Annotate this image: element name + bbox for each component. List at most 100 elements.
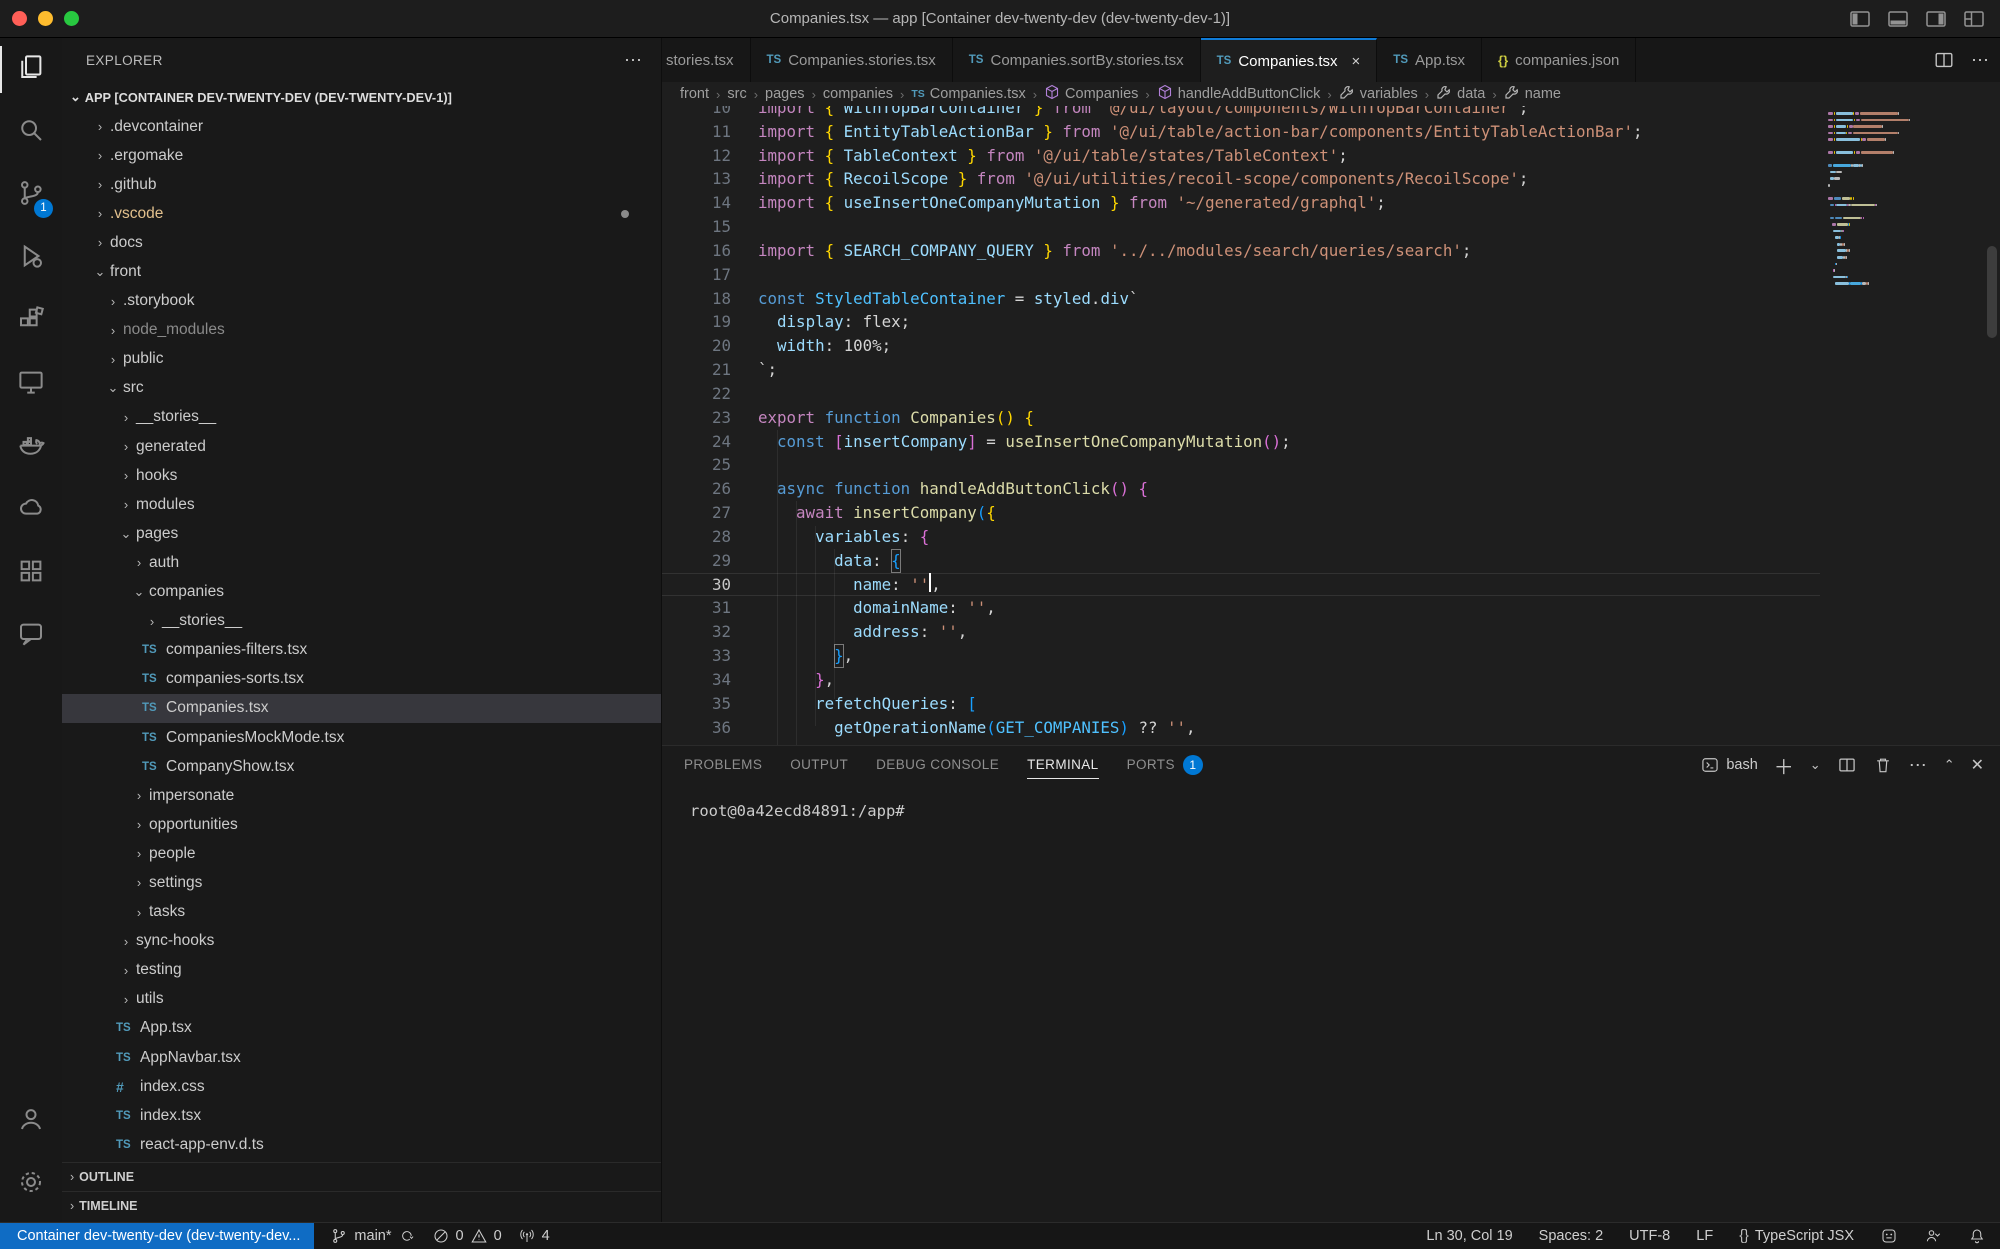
tree-folder-hooks[interactable]: ›hooks [62, 461, 661, 490]
tree-folder-auth[interactable]: ›auth [62, 548, 661, 577]
breadcrumb-item-src[interactable]: src [727, 86, 746, 102]
code-line-10[interactable]: 10import { WithTopBarContainer } from '@… [662, 106, 2000, 120]
tree-folder-utils[interactable]: ›utils [62, 985, 661, 1014]
tree-file-react-app-env.d.ts[interactable]: TSreact-app-env.d.ts [62, 1130, 661, 1159]
tree-folder-.ergomake[interactable]: ›.ergomake [62, 141, 661, 170]
tree-folder-front[interactable]: ⌄front [62, 257, 661, 286]
toggle-sidebar-icon[interactable] [1848, 7, 1872, 31]
explorer-more-actions-icon[interactable]: ⋯ [624, 50, 643, 71]
activity-bar-item-docker[interactable] [0, 416, 62, 479]
code-line-24[interactable]: 24 const [insertCompany] = useInsertOneC… [662, 430, 2000, 454]
activity-bar-item-search[interactable] [0, 101, 62, 164]
tree-file-CompanyShow.tsx[interactable]: TSCompanyShow.tsx [62, 752, 661, 781]
code-line-31[interactable]: 31 domainName: '', [662, 596, 2000, 620]
tree-folder-impersonate[interactable]: ›impersonate [62, 781, 661, 810]
code-line-16[interactable]: 16import { SEARCH_COMPANY_QUERY } from '… [662, 239, 2000, 263]
activity-bar-item-grid[interactable] [0, 542, 62, 605]
tree-folder-__stories__[interactable]: ›__stories__ [62, 403, 661, 432]
code-line-34[interactable]: 34 }, [662, 668, 2000, 692]
tree-folder-settings[interactable]: ›settings [62, 868, 661, 897]
tree-folder-companies[interactable]: ⌄companies [62, 578, 661, 607]
tree-folder-modules[interactable]: ›modules [62, 490, 661, 519]
customize-layout-icon[interactable] [1962, 7, 1986, 31]
panel-tab-terminal[interactable]: TERMINAL [1027, 746, 1098, 784]
code-line-23[interactable]: 23export function Companies() { [662, 406, 2000, 430]
breadcrumb-item-name[interactable]: name [1504, 84, 1561, 104]
tree-file-companies-filters.tsx[interactable]: TScompanies-filters.tsx [62, 636, 661, 665]
breadcrumb-item-handleAddButtonClick[interactable]: handleAddButtonClick [1157, 84, 1321, 104]
tree-file-companies-sorts.tsx[interactable]: TScompanies-sorts.tsx [62, 665, 661, 694]
tree-folder-testing[interactable]: ›testing [62, 956, 661, 985]
code-line-18[interactable]: 18const StyledTableContainer = styled.di… [662, 287, 2000, 311]
editor-scrollbar[interactable] [1987, 246, 1997, 338]
activity-bar-item-remote-explorer[interactable] [0, 353, 62, 416]
toggle-secondary-sidebar-icon[interactable] [1924, 7, 1948, 31]
panel-tab-problems[interactable]: PROBLEMS [684, 746, 762, 784]
editor-tab-Companies.stories.tsx[interactable]: TSCompanies.stories.tsx [751, 38, 953, 82]
remote-indicator[interactable]: Container dev-twenty-dev (dev-twenty-dev… [0, 1223, 314, 1249]
toggle-panel-icon[interactable] [1886, 7, 1910, 31]
code-line-13[interactable]: 13import { RecoilScope } from '@/ui/util… [662, 167, 2000, 191]
close-tab-icon[interactable]: × [1352, 53, 1361, 70]
code-line-33[interactable]: 33 }, [662, 644, 2000, 668]
editor-tab-Companies.tsx[interactable]: TSCompanies.tsx× [1201, 38, 1378, 82]
copilot-item[interactable] [1880, 1227, 1898, 1245]
tree-folder-__stories__[interactable]: ›__stories__ [62, 607, 661, 636]
problems-item[interactable]: 0 0 [432, 1227, 502, 1245]
editor-tab-App.tsx[interactable]: TSApp.tsx [1377, 38, 1482, 82]
panel-tab-output[interactable]: OUTPUT [790, 746, 848, 784]
code-line-30[interactable]: 30 name: '', [662, 573, 2000, 597]
activity-bar-item-explorer[interactable] [0, 38, 62, 101]
activity-bar-item-extensions[interactable] [0, 290, 62, 353]
tree-file-Companies.tsx[interactable]: TSCompanies.tsx [62, 694, 661, 723]
tree-folder-src[interactable]: ⌄src [62, 374, 661, 403]
breadcrumb-item-companies[interactable]: companies [823, 86, 893, 102]
tree-folder-.github[interactable]: ›.github [62, 170, 661, 199]
tree-file-index.css[interactable]: #index.css [62, 1072, 661, 1101]
code-line-14[interactable]: 14import { useInsertOneCompanyMutation }… [662, 191, 2000, 215]
activity-bar-item-run-debug[interactable] [0, 227, 62, 290]
forwarded-ports-item[interactable]: 4 [518, 1227, 550, 1245]
code-line-22[interactable]: 22 [662, 382, 2000, 406]
code-line-19[interactable]: 19 display: flex; [662, 310, 2000, 334]
editor-tab-stories.tsx[interactable]: stories.tsx [662, 38, 751, 82]
encoding-item[interactable]: UTF-8 [1629, 1228, 1670, 1244]
eol-item[interactable]: LF [1696, 1228, 1713, 1244]
terminal-prompt[interactable]: root@0a42ecd84891:/app# [690, 802, 905, 820]
tree-file-App.tsx[interactable]: TSApp.tsx [62, 1014, 661, 1043]
code-line-11[interactable]: 11import { EntityTableActionBar } from '… [662, 120, 2000, 144]
tree-file-index.tsx[interactable]: TSindex.tsx [62, 1101, 661, 1130]
code-line-15[interactable]: 15 [662, 215, 2000, 239]
breadcrumb-item-variables[interactable]: variables [1339, 84, 1418, 104]
outline-section-header[interactable]: › OUTLINE [62, 1162, 661, 1191]
tree-folder-.storybook[interactable]: ›.storybook [62, 287, 661, 316]
code-line-27[interactable]: 27 await insertCompany({ [662, 501, 2000, 525]
code-line-29[interactable]: 29 data: { [662, 549, 2000, 573]
git-branch-item[interactable]: main* [330, 1227, 415, 1245]
maximize-panel-icon[interactable]: ⌃ [1944, 757, 1955, 773]
editor-more-actions-icon[interactable]: ⋯ [1971, 50, 1990, 71]
cursor-position-item[interactable]: Ln 30, Col 19 [1426, 1228, 1512, 1244]
breadcrumb-item-Companies.tsx[interactable]: TSCompanies.tsx [911, 86, 1025, 102]
panel-tab-debug-console[interactable]: DEBUG CONSOLE [876, 746, 999, 784]
tree-folder-opportunities[interactable]: ›opportunities [62, 810, 661, 839]
split-editor-icon[interactable] [1933, 49, 1955, 71]
terminal-instance-item[interactable]: bash [1700, 755, 1757, 775]
language-mode-item[interactable]: {}TypeScript JSX [1739, 1228, 1854, 1244]
code-line-20[interactable]: 20 width: 100%; [662, 334, 2000, 358]
tree-folder-.vscode[interactable]: ›.vscode [62, 199, 661, 228]
code-line-32[interactable]: 32 address: '', [662, 620, 2000, 644]
tree-folder-tasks[interactable]: ›tasks [62, 898, 661, 927]
activity-bar-item-accounts[interactable] [0, 1090, 62, 1153]
breadcrumb-item-data[interactable]: data [1436, 84, 1485, 104]
minimap[interactable] [1828, 110, 1912, 287]
new-terminal-icon[interactable]: ＋ [1774, 751, 1794, 780]
split-terminal-icon[interactable] [1837, 755, 1857, 775]
tree-folder-public[interactable]: ›public [62, 345, 661, 374]
activity-bar-item-cloud[interactable] [0, 479, 62, 542]
activity-bar-item-source-control[interactable]: 1 [0, 164, 62, 227]
code-line-12[interactable]: 12import { TableContext } from '@/ui/tab… [662, 144, 2000, 168]
tree-folder-docs[interactable]: ›docs [62, 228, 661, 257]
tree-folder-pages[interactable]: ⌄pages [62, 519, 661, 548]
close-panel-icon[interactable]: ✕ [1971, 755, 1984, 775]
